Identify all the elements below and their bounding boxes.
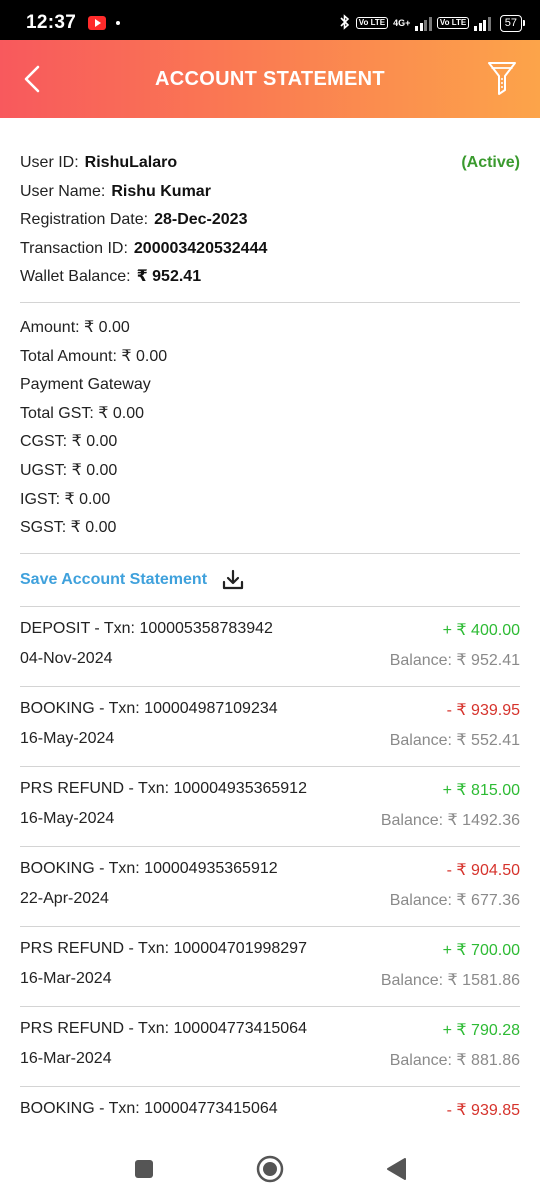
transaction-description: DEPOSIT - Txn: 100005358783942 <box>20 619 273 637</box>
back-nav-button[interactable] <box>378 1151 414 1187</box>
user-name-value: Rishu Kumar <box>111 182 211 200</box>
transaction-date: 16-May-2024 <box>20 809 115 827</box>
igst-row: IGST: ₹ 0.00 <box>20 490 111 508</box>
wallet-balance-row: Wallet Balance: ₹ 952.41 <box>20 263 520 292</box>
user-name-row: User Name: Rishu Kumar <box>20 178 520 207</box>
transaction-description: BOOKING - Txn: 100004935365912 <box>20 859 278 877</box>
transaction-date: 16-May-2024 <box>20 729 115 747</box>
transaction-amount: + ₹ 815.00 <box>442 781 520 799</box>
sgst-row: SGST: ₹ 0.00 <box>20 519 117 537</box>
bluetooth-icon <box>339 13 351 33</box>
recents-square-icon <box>135 1160 153 1178</box>
volte-icon-sim2: Vo LTE <box>436 17 470 29</box>
statement-content: (Active) User ID: RishuLalaro User Name: R… <box>20 118 520 1135</box>
amount-details: Amount: ₹ 0.00 Total Amount: ₹ 0.00 Paym… <box>20 303 520 543</box>
status-indicators: Vo LTE 4G+ Vo LTE 57 <box>339 13 526 33</box>
system-navigation-bar <box>0 1138 540 1200</box>
transaction-date: 16-Mar-2024 <box>20 1049 112 1067</box>
user-id-value: RishuLalaro <box>84 154 178 171</box>
transaction-id-value: 200003420532444 <box>133 239 268 257</box>
battery-icon: 57 <box>499 14 526 32</box>
user-id-label: User ID: <box>20 154 79 171</box>
transaction-date: 04-Nov-2024 <box>20 649 113 667</box>
transaction-amount: - ₹ 939.95 <box>446 701 520 719</box>
registration-date-value: 28-Dec-2023 <box>154 211 248 229</box>
transaction-date: 22-Apr-2024 <box>20 889 109 907</box>
transaction-description: PRS REFUND - Txn: 100004773415064 <box>20 1019 307 1037</box>
app-header: ACCOUNT STATEMENT <box>0 40 540 118</box>
network-type: 4G+ <box>393 17 411 28</box>
home-circle-icon <box>256 1155 284 1183</box>
save-account-statement-link[interactable]: Save Account Statement <box>20 571 207 589</box>
page-title: ACCOUNT STATEMENT <box>155 67 385 90</box>
total-gst-row: Total GST: ₹ 0.00 <box>20 404 145 422</box>
transaction-amount: - ₹ 904.50 <box>446 861 520 879</box>
screen-content: 12:37 Vo LTE 4G+ Vo LTE 57 ACCOUNT STATE… <box>0 0 540 1135</box>
youtube-notification-icon <box>88 16 107 30</box>
registration-date-label: Registration Date: <box>20 211 149 229</box>
transaction-description: BOOKING - Txn: 100004773415064 <box>20 1099 278 1117</box>
transaction-row[interactable]: BOOKING - Txn: 100004773415064 - ₹ 939.8… <box>20 1085 520 1135</box>
download-icon[interactable] <box>221 569 245 591</box>
volte-icon: Vo LTE <box>355 17 389 29</box>
transaction-row[interactable]: PRS REFUND - Txn: 100004773415064 16-Mar… <box>20 1005 520 1086</box>
transaction-date: 16-Mar-2024 <box>20 969 112 987</box>
transaction-balance: Balance: ₹ 1492.36 <box>380 811 520 829</box>
transaction-id-row: Transaction ID: 200003420532444 <box>20 235 520 264</box>
transaction-balance: Balance: ₹ 677.36 <box>389 891 520 909</box>
registration-date-row: Registration Date: 28-Dec-2023 <box>20 206 520 235</box>
back-arrow-icon <box>24 65 40 93</box>
wallet-balance-label: Wallet Balance: <box>20 268 131 286</box>
recents-button[interactable] <box>126 1151 162 1187</box>
transaction-description: BOOKING - Txn: 100004987109234 <box>20 699 278 717</box>
transaction-balance: Balance: ₹ 1581.86 <box>380 971 520 989</box>
signal-strength-icon-sim2 <box>474 16 491 31</box>
user-id-row: User ID: RishuLalaro <box>20 149 520 178</box>
transaction-balance: Balance: ₹ 881.86 <box>389 1051 520 1069</box>
transaction-id-label: Transaction ID: <box>20 239 128 257</box>
transaction-balance: Balance: ₹ 952.41 <box>389 651 520 669</box>
home-button[interactable] <box>252 1151 288 1187</box>
status-time: 12:37 <box>26 12 77 33</box>
save-statement-row: Save Account Statement <box>20 554 520 606</box>
cgst-row: CGST: ₹ 0.00 <box>20 433 118 451</box>
transaction-balance: Balance: ₹ 552.41 <box>389 731 520 749</box>
account-status-badge: (Active) <box>461 154 520 171</box>
filter-icon <box>488 62 516 95</box>
signal-strength-icon <box>415 16 432 31</box>
transaction-row[interactable]: DEPOSIT - Txn: 100005358783942 04-Nov-20… <box>20 605 520 686</box>
transaction-row[interactable]: BOOKING - Txn: 100004987109234 16-May-20… <box>20 685 520 766</box>
total-amount-row: Total Amount: ₹ 0.00 <box>20 347 168 365</box>
wallet-balance-value: ₹ 952.41 <box>136 268 202 286</box>
user-name-label: User Name: <box>20 182 106 200</box>
transaction-amount: - ₹ 939.85 <box>446 1101 520 1119</box>
transaction-amount: + ₹ 790.28 <box>442 1021 520 1039</box>
transaction-list: DEPOSIT - Txn: 100005358783942 04-Nov-20… <box>20 605 520 1135</box>
user-details: (Active) User ID: RishuLalaro User Name: R… <box>20 118 520 292</box>
ugst-row: UGST: ₹ 0.00 <box>20 461 118 479</box>
back-triangle-icon <box>387 1158 406 1180</box>
transaction-row[interactable]: BOOKING - Txn: 100004935365912 22-Apr-20… <box>20 845 520 926</box>
back-button[interactable] <box>12 59 52 99</box>
notification-dot-icon <box>116 21 121 25</box>
transaction-description: PRS REFUND - Txn: 100004935365912 <box>20 779 307 797</box>
transaction-amount: + ₹ 700.00 <box>442 941 520 959</box>
amount-row: Amount: ₹ 0.00 <box>20 318 130 336</box>
transaction-description: PRS REFUND - Txn: 100004701998297 <box>20 939 307 957</box>
transaction-row[interactable]: PRS REFUND - Txn: 100004935365912 16-May… <box>20 765 520 846</box>
transaction-amount: + ₹ 400.00 <box>442 621 520 639</box>
payment-gateway-row: Payment Gateway <box>20 376 151 394</box>
transaction-row[interactable]: PRS REFUND - Txn: 100004701998297 16-Mar… <box>20 925 520 1006</box>
filter-button[interactable] <box>482 57 522 99</box>
